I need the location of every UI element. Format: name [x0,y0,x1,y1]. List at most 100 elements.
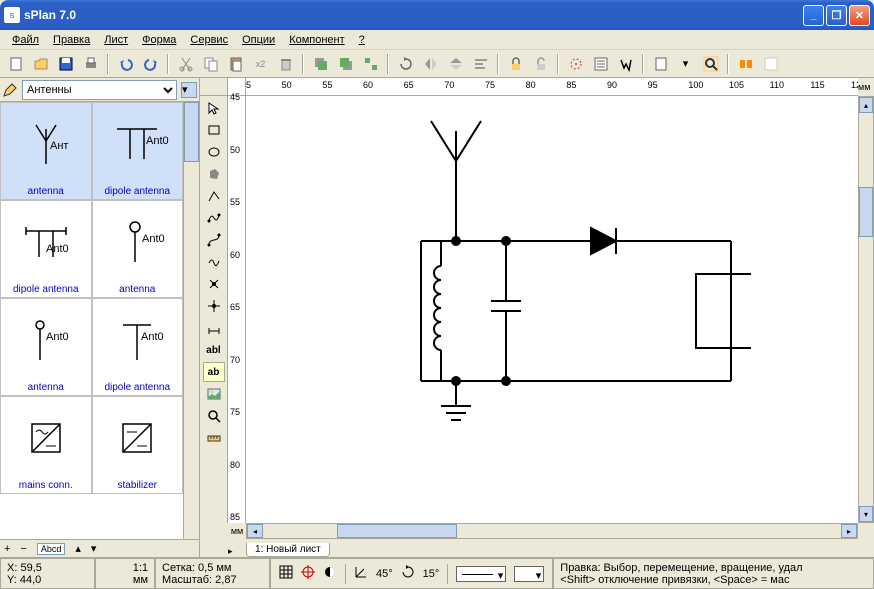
flipv-button[interactable] [444,53,467,75]
minus-icon[interactable]: − [20,543,26,555]
line-tool[interactable] [203,186,225,206]
print-button[interactable] [79,53,102,75]
library-scrollbar[interactable] [183,102,199,539]
scale-unit: мм [133,574,148,586]
component-grid: АнтantennaAnt0dipole antennaAnt0dipole a… [0,102,183,539]
vertical-scrollbar[interactable]: ▴ ▾ [858,96,874,523]
up-arrow-icon[interactable]: ▴ [75,542,81,555]
angle-icon[interactable] [354,565,368,582]
align-button[interactable] [469,53,492,75]
components-button[interactable] [734,53,757,75]
toback-button[interactable] [334,53,357,75]
rotate-icon[interactable] [401,565,415,582]
menu-service[interactable]: Сервис [184,32,234,48]
drawing-toolbar: abl ab [200,96,228,523]
down-arrow-icon[interactable]: ▾ [91,542,97,555]
menu-edit[interactable]: Правка [47,32,96,48]
component-mains[interactable]: mains conn. [0,396,92,494]
library-selector[interactable]: Антенны [22,80,177,100]
menu-file[interactable]: Файл [6,32,45,48]
tofront-button[interactable] [309,53,332,75]
save-button[interactable] [54,53,77,75]
magnifier-tool[interactable] [203,406,225,426]
snap-button[interactable] [564,53,587,75]
svg-text:Ant0: Ant0 [146,135,169,147]
unlock-button[interactable] [529,53,552,75]
menu-sheet[interactable]: Лист [98,32,134,48]
titlebar: s sPlan 7.0 _ ❐ ✕ [0,0,874,30]
snap-icon[interactable] [301,565,315,582]
list-button[interactable] [589,53,612,75]
dimension-tool[interactable] [203,318,225,338]
copy-button[interactable] [199,53,222,75]
lock-button[interactable] [504,53,527,75]
library-bottom-toolbar: + − Abcd ▴ ▾ [0,539,199,557]
image-tool[interactable] [203,384,225,404]
menu-component[interactable]: Компонент [283,32,350,48]
minimize-button[interactable]: _ [803,5,824,26]
textframe-tool[interactable]: ab [203,362,225,382]
maximize-button[interactable]: ❐ [826,5,847,26]
bezier-tool[interactable] [203,230,225,250]
new-button[interactable] [4,53,27,75]
blank-button[interactable] [759,53,782,75]
drawing-canvas[interactable] [246,96,858,523]
svg-text:Ant0: Ant0 [142,233,165,245]
component-ant3[interactable]: Ant0antenna [0,298,92,396]
fliph-button[interactable] [419,53,442,75]
page-button[interactable] [649,53,672,75]
app-icon: s [4,7,20,23]
component-stab[interactable]: stabilizer [92,396,184,494]
linestyle-button[interactable]: ▾ [456,566,506,582]
zoom-label: Масштаб: 2,87 [162,574,263,586]
menu-form[interactable]: Форма [136,32,182,48]
component-ant1[interactable]: Антantenna [0,102,92,200]
pointer-tool[interactable] [203,98,225,118]
contrast-icon[interactable] [323,565,337,582]
fillstyle-button[interactable]: ▾ [514,566,544,582]
component-dip2[interactable]: Ant0dipole antenna [0,200,92,298]
delete-button[interactable] [274,53,297,75]
component-dip1[interactable]: Ant0dipole antenna [92,102,184,200]
text-tool[interactable]: abl [203,340,225,360]
duplicate-button[interactable]: x2 [249,53,272,75]
circle-tool[interactable] [203,142,225,162]
sheet-tab[interactable]: 1: Новый лист [246,543,330,557]
measure-tool[interactable] [203,428,225,448]
component-ant2[interactable]: Ant0antenna [92,200,184,298]
menu-help[interactable]: ? [353,32,371,48]
svg-text:Ант: Ант [50,140,68,152]
zoom-button[interactable] [699,53,722,75]
dd-icon[interactable]: ▾ [674,53,697,75]
undo-button[interactable] [114,53,137,75]
angle-45: 45° [376,568,393,580]
svg-text:Ant0: Ant0 [46,243,69,255]
cut-button[interactable] [174,53,197,75]
svg-text:Ant0: Ant0 [141,331,164,343]
angle-15: 15° [423,568,440,580]
open-button[interactable] [29,53,52,75]
group-button[interactable] [359,53,382,75]
menu-options[interactable]: Опции [236,32,281,48]
rotate-button[interactable] [394,53,417,75]
rect-tool[interactable] [203,120,225,140]
redo-button[interactable] [139,53,162,75]
component-dip3[interactable]: Ant0dipole antenna [92,298,184,396]
grid-icon[interactable] [279,565,293,582]
poly-tool[interactable] [203,164,225,184]
horizontal-scrollbar[interactable]: ◂ ▸ [246,523,858,539]
vertical-ruler: 455055606570758085 [228,96,246,523]
find-button[interactable] [614,53,637,75]
plus-icon[interactable]: + [4,543,10,555]
hint-text-2: <Shift> отключение привязки, <Space> = м… [560,574,867,586]
curve-tool[interactable] [203,208,225,228]
coord-y: Y: 44,0 [7,574,88,586]
special-tool[interactable] [203,274,225,294]
ruler-unit: мм [858,78,874,96]
paste-button[interactable] [224,53,247,75]
freehand-tool[interactable] [203,252,225,272]
abcd-button[interactable]: Abcd [37,543,66,555]
node-tool[interactable] [203,296,225,316]
close-button[interactable]: ✕ [849,5,870,26]
library-dropdown-button[interactable]: ▾ [181,82,197,98]
